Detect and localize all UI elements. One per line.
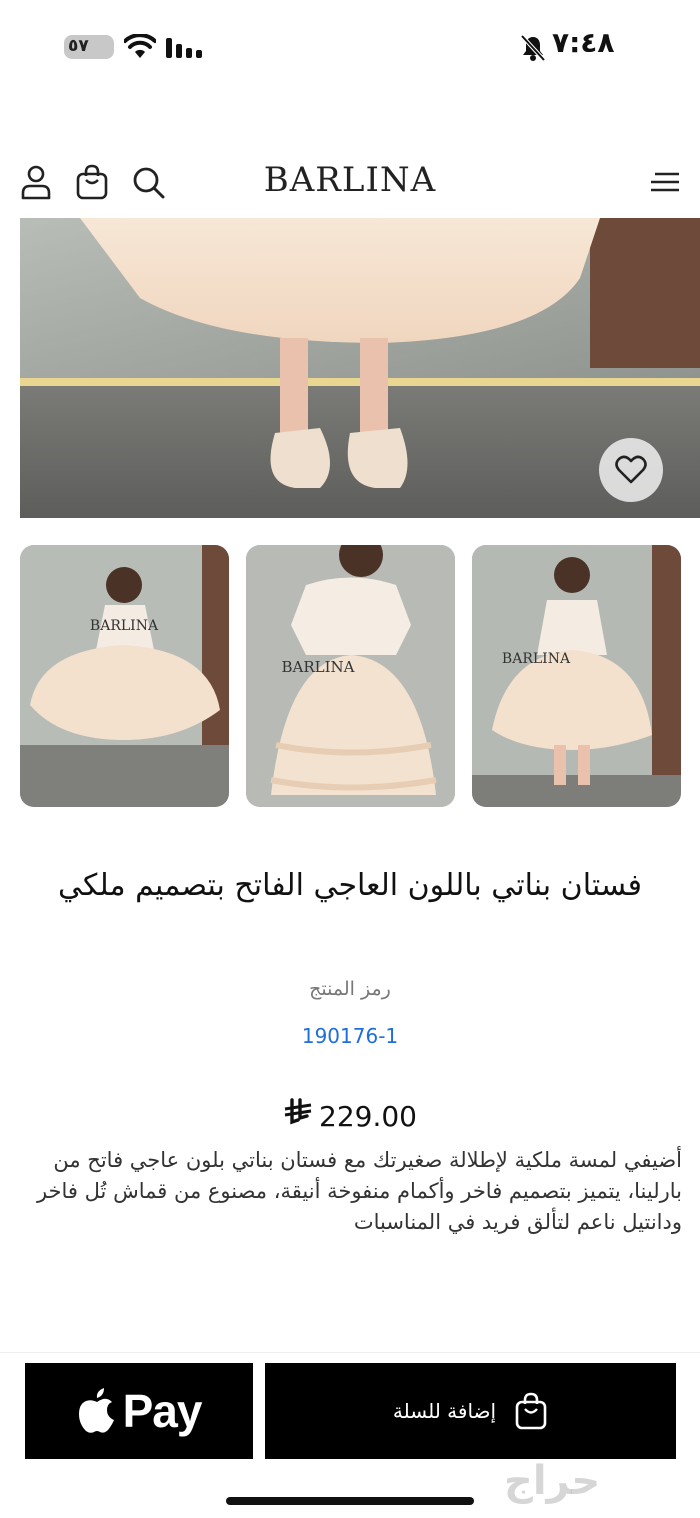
heart-icon bbox=[615, 455, 647, 484]
thumbnail-watermark: BARLINA bbox=[90, 618, 159, 634]
home-indicator[interactable] bbox=[226, 1497, 474, 1505]
apple-pay-label: Pay bbox=[122, 1385, 203, 1437]
status-bar: ٥٧ ٧:٤٨ bbox=[0, 0, 700, 95]
wifi-icon bbox=[124, 34, 156, 58]
price-value: 229.00 bbox=[319, 1100, 417, 1133]
add-to-cart-label: إضافة للسلة bbox=[392, 1399, 497, 1423]
sku-label: رمز المنتج bbox=[309, 978, 391, 1000]
battery-icon: ٥٧ bbox=[64, 35, 114, 59]
gallery-thumbnail[interactable]: BARLINA bbox=[20, 545, 229, 807]
thumbnail-photo: BARLINA bbox=[472, 545, 681, 807]
apple-logo-icon bbox=[78, 1388, 114, 1433]
site-header: BARLINA bbox=[0, 150, 700, 216]
favorite-button[interactable] bbox=[599, 438, 663, 502]
product-main-image[interactable] bbox=[20, 218, 700, 518]
apple-pay-button[interactable]: Pay bbox=[25, 1363, 253, 1459]
thumbnail-photo: BARLINA bbox=[246, 545, 455, 807]
battery-level: ٥٧ bbox=[68, 36, 89, 56]
product-title: فستان بناتي باللون العاجي الفاتح بتصميم … bbox=[57, 868, 643, 903]
thumbnail-watermark: BARLINA bbox=[282, 658, 355, 676]
product-price: 229.00 bbox=[0, 1098, 700, 1133]
gallery-thumbnail[interactable]: BARLINA bbox=[472, 545, 681, 807]
menu-icon[interactable] bbox=[645, 162, 685, 202]
brand-logo[interactable]: BARLINA bbox=[0, 160, 700, 200]
clock: ٧:٤٨ bbox=[552, 26, 615, 59]
add-to-cart-button[interactable]: إضافة للسلة bbox=[265, 1363, 676, 1459]
shopping-bag-icon bbox=[515, 1392, 547, 1430]
product-photo-illustration bbox=[20, 218, 700, 518]
riyal-currency-icon bbox=[284, 1098, 312, 1125]
gallery-thumbnail[interactable]: BARLINA bbox=[246, 545, 455, 807]
thumbnail-watermark: BARLINA bbox=[502, 651, 571, 667]
haraj-watermark: حراج bbox=[504, 1458, 601, 1504]
product-description: أضيفي لمسة ملكية لإطلالة صغيرتك مع فستان… bbox=[36, 1148, 682, 1234]
mute-bell-icon bbox=[520, 34, 546, 62]
thumbnail-photo: BARLINA bbox=[20, 545, 229, 807]
cellular-signal-icon bbox=[166, 38, 202, 58]
sku-value: 190176-1 bbox=[301, 1024, 399, 1048]
